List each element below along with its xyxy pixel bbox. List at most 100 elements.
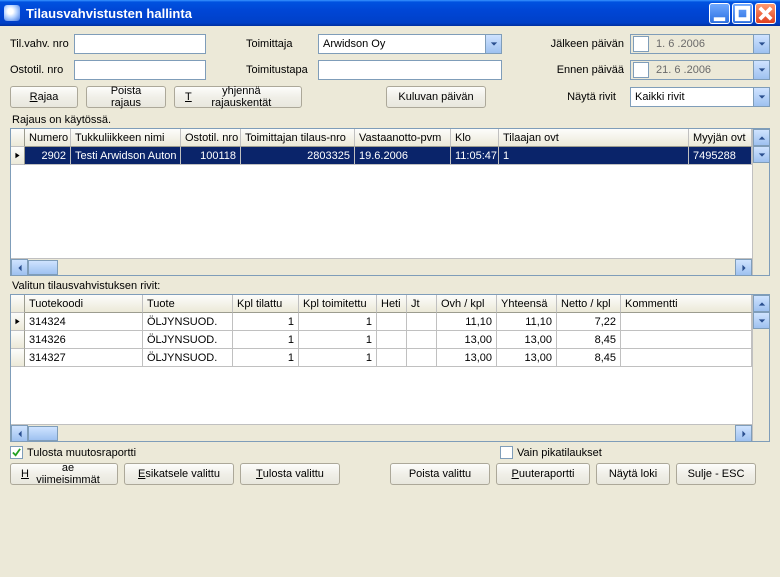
chevron-down-icon [485,35,501,53]
nayta-rivit-select[interactable]: Kaikki rivit [630,87,770,107]
label: sikatsele valittu [145,468,220,480]
col-ostotil[interactable]: Ostotil. nro [181,129,241,147]
title-bar: Tilausvahvistusten hallinta [0,0,780,26]
cell-heti [377,349,407,367]
cell-ovh: 13,00 [437,349,497,367]
scroll-right-icon[interactable] [735,425,752,442]
scroll-left-icon[interactable] [11,259,28,276]
cell-myyjan-ovt: 7495288 [689,147,752,165]
cell-netto: 8,45 [557,331,621,349]
col-vastaanotto[interactable]: Vastaanotto-pvm [355,129,451,147]
scroll-down-icon[interactable] [753,312,770,329]
col-tuotekoodi[interactable]: Tuotekoodi [25,295,143,313]
label: Näytä loki [609,468,657,480]
poista-rajaus-button[interactable]: Poista rajaus [86,86,166,108]
table-row[interactable]: 2902 Testi Arwidson Auton 100118 2803325… [11,147,752,165]
toimittaja-select[interactable]: Arwidson Oy [318,34,502,54]
ostotil-input[interactable] [74,60,206,80]
app-icon [4,5,20,21]
col-kpl-tilattu[interactable]: Kpl tilattu [233,295,299,313]
ostotil-label: Ostotil. nro [10,64,74,76]
h-scrollbar[interactable] [11,424,752,441]
poista-rajaus-label: Poista rajaus [97,85,155,109]
puuteraportti-button[interactable]: Puuteraportti [496,463,590,485]
col-toimittajan[interactable]: Toimittajan tilaus-nro [241,129,355,147]
cell-netto: 7,22 [557,313,621,331]
table-row[interactable]: 314326 ÖLJYNSUOD. 1 1 13,00 13,00 8,45 [11,331,752,349]
col-kommentti[interactable]: Kommentti [621,295,752,313]
toimitustapa-input[interactable] [318,60,502,80]
cell-jt [407,331,437,349]
rajaa-label: ajaa [38,91,59,103]
col-jt[interactable]: Jt [407,295,437,313]
tulosta-valittu-button[interactable]: Tulosta valittu [240,463,340,485]
tulosta-muutos-check[interactable]: Tulosta muutosraportti [10,446,136,459]
cell-yhteensa: 13,00 [497,331,557,349]
ennen-date[interactable]: 21. 6 .2006 [630,60,770,80]
col-netto[interactable]: Netto / kpl [557,295,621,313]
scroll-down-icon[interactable] [753,146,770,163]
table-row[interactable]: 314327 ÖLJYNSUOD. 1 1 13,00 13,00 8,45 [11,349,752,367]
close-button[interactable] [755,3,776,24]
cell-tuotekoodi: 314326 [25,331,143,349]
toimitustapa-label: Toimitustapa [246,64,318,76]
hae-viimeisimmat-button[interactable]: Hae viimeisimmät [10,463,118,485]
grid-header: Numero Tukkuliikkeen nimi Ostotil. nro T… [11,129,752,147]
col-tilaajan-ovt[interactable]: Tilaajan ovt [499,129,689,147]
checkbox-icon [10,446,23,459]
cell-toimitettu: 1 [299,349,377,367]
grid-header: Tuotekoodi Tuote Kpl tilattu Kpl toimite… [11,295,752,313]
scroll-up-icon[interactable] [753,295,770,312]
jalkeen-value: 1. 6 .2006 [654,38,753,50]
checkbox-icon [500,446,513,459]
rajaa-button[interactable]: Rajaa [10,86,78,108]
minimize-button[interactable] [709,3,730,24]
col-tuote[interactable]: Tuote [143,295,233,313]
chevron-down-icon [753,35,769,53]
scroll-up-icon[interactable] [753,129,770,146]
vain-pikatilaukset-check[interactable]: Vain pikatilaukset [500,446,602,459]
cell-tukkuliikkeen: Testi Arwidson Auton [71,147,181,165]
col-numero[interactable]: Numero [25,129,71,147]
date-checkbox[interactable] [633,62,649,78]
cell-tuote: ÖLJYNSUOD. [143,313,233,331]
table-row[interactable]: 314324 ÖLJYNSUOD. 1 1 11,10 11,10 7,22 [11,313,752,331]
date-checkbox[interactable] [633,36,649,52]
tilvahv-input[interactable] [74,34,206,54]
col-myyjan-ovt[interactable]: Myyjän ovt [689,129,752,147]
cell-tuote: ÖLJYNSUOD. [143,349,233,367]
scroll-right-icon[interactable] [735,259,752,276]
cell-jt [407,313,437,331]
h-scrollbar[interactable] [11,258,752,275]
cell-yhteensa: 13,00 [497,349,557,367]
toimittaja-value: Arwidson Oy [323,38,485,50]
tyhjenna-label: yhjennä rajauskentät [192,85,291,109]
cell-kommentti [621,349,752,367]
chevron-down-icon [753,61,769,79]
scroll-thumb[interactable] [28,426,58,441]
v-scrollbar[interactable] [752,129,769,275]
label: Poista valittu [409,468,471,480]
scroll-thumb[interactable] [28,260,58,275]
col-yhteensa[interactable]: Yhteensä [497,295,557,313]
col-kpl-toimitettu[interactable]: Kpl toimitettu [299,295,377,313]
nayta-loki-button[interactable]: Näytä loki [596,463,670,485]
rows-section-label: Valitun tilausvahvistuksen rivit: [12,280,770,292]
col-heti[interactable]: Heti [377,295,407,313]
cell-toimitettu: 1 [299,313,377,331]
esikatsele-button[interactable]: Esikatsele valittu [124,463,234,485]
scroll-left-icon[interactable] [11,425,28,442]
kuluvan-label: Kuluvan päivän [398,91,473,103]
v-scrollbar[interactable] [752,295,769,441]
col-klo[interactable]: Klo [451,129,499,147]
kuluvan-button[interactable]: Kuluvan päivän [386,86,486,108]
filter-status: Rajaus on käytössä. [12,114,770,126]
poista-valittu-button[interactable]: Poista valittu [390,463,490,485]
tyhjenna-button[interactable]: Tyhjennä rajauskentät [174,86,302,108]
jalkeen-date[interactable]: 1. 6 .2006 [630,34,770,54]
sulje-button[interactable]: Sulje - ESC [676,463,756,485]
col-ovh[interactable]: Ovh / kpl [437,295,497,313]
maximize-button[interactable] [732,3,753,24]
col-tukkuliikkeen[interactable]: Tukkuliikkeen nimi [71,129,181,147]
cell-tilaajan-ovt: 1 [499,147,689,165]
